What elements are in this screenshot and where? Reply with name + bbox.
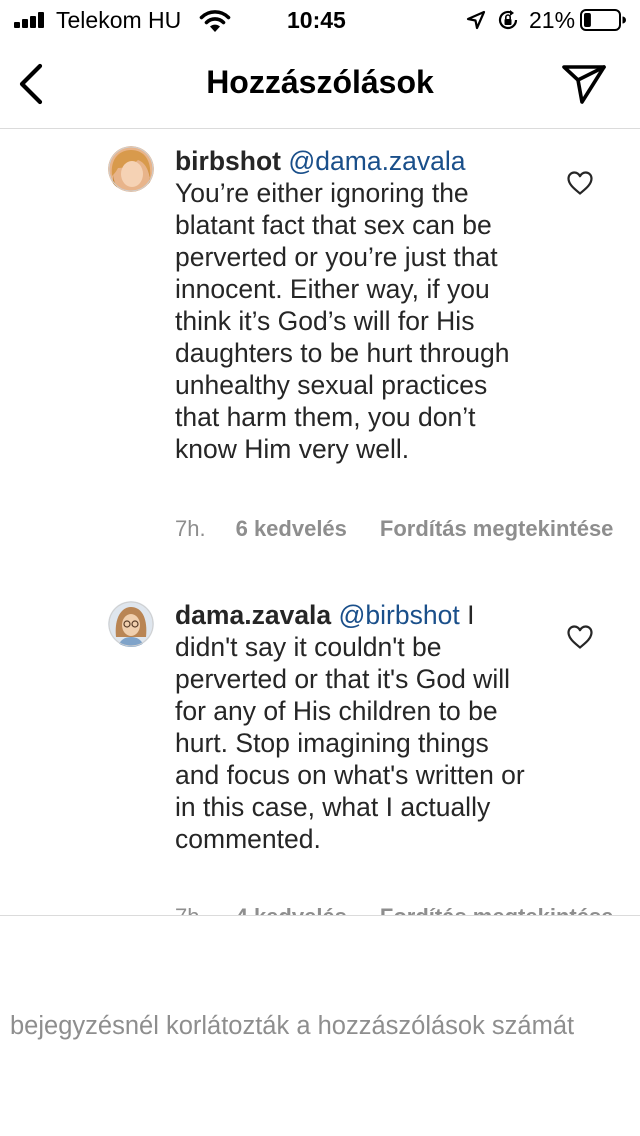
page-title: Hozzászólások	[206, 64, 434, 100]
like-button[interactable]	[566, 170, 594, 196]
signal-icon	[14, 12, 48, 28]
avatar[interactable]	[108, 601, 154, 647]
like-button[interactable]	[566, 624, 594, 650]
likes-count[interactable]: 6 kedvelés	[236, 516, 347, 541]
send-button[interactable]	[560, 62, 608, 106]
heart-icon	[567, 171, 593, 195]
comments-screen: Telekom HU 10:45 21% Hozzászólások birbs…	[0, 0, 640, 1136]
location-arrow-icon	[466, 10, 486, 30]
heart-icon	[567, 625, 593, 649]
wifi-icon	[199, 10, 231, 32]
carrier-name: Telekom HU	[56, 7, 182, 33]
status-bar: Telekom HU 10:45 21%	[0, 0, 640, 40]
paper-plane-icon	[562, 65, 606, 104]
footer-divider	[0, 915, 640, 916]
comment-timestamp: 7h.	[175, 516, 206, 541]
comment-meta: 7h. 6 kedvelés Fordítás megtekintése	[175, 516, 613, 542]
battery-percentage: 21%	[529, 7, 576, 33]
header: Hozzászólások	[0, 40, 640, 129]
clock: 10:45	[287, 7, 346, 33]
battery-icon	[580, 9, 626, 31]
comment-mention[interactable]: @birbshot	[339, 600, 460, 630]
comment-text: dama.zavala @birbshot I didn't say it co…	[175, 599, 535, 855]
comment-message: I didn't say it couldn't be perverted or…	[175, 600, 525, 854]
comment-mention[interactable]: @dama.zavala	[288, 146, 465, 176]
see-translation-link[interactable]: Fordítás megtekintése	[380, 516, 614, 541]
comment-username[interactable]: dama.zavala	[175, 600, 331, 630]
comment-username[interactable]: birbshot	[175, 146, 281, 176]
avatar[interactable]	[108, 146, 154, 192]
comments-limited-notice: bejegyzésnél korlátozták a hozzászólások…	[10, 1012, 575, 1040]
comment-text: birbshot @dama.zavala You’re either igno…	[175, 145, 535, 465]
comment-message: You’re either ignoring the blatant fact …	[175, 178, 510, 464]
rotation-lock-icon	[498, 10, 518, 30]
